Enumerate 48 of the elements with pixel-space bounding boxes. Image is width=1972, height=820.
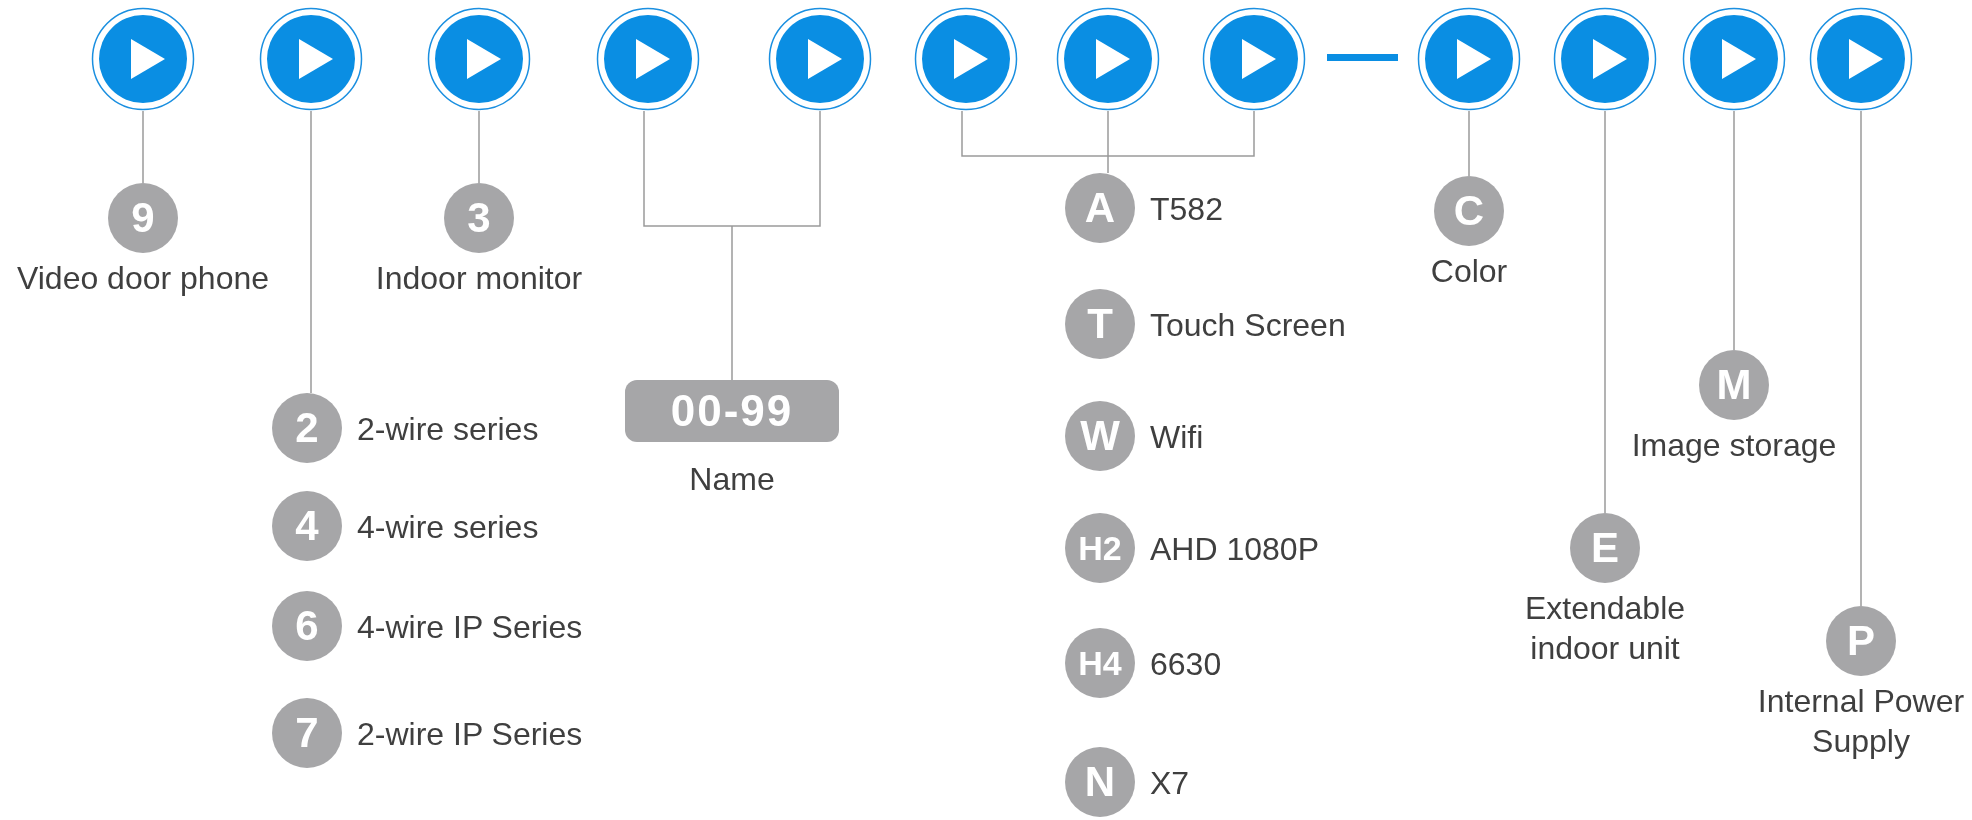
play-icon (427, 7, 531, 111)
option-label: 4-wire IP Series (357, 608, 583, 647)
play-icon (596, 7, 700, 111)
range-tag: 00-99 (625, 380, 839, 442)
option-label: Extendable indoor unit (1523, 589, 1687, 668)
code-marker: M (1699, 350, 1769, 420)
option-label: Wifi (1150, 418, 1204, 457)
play-icon (914, 7, 1018, 111)
code-marker: A (1065, 173, 1135, 243)
code-marker: 9 (108, 183, 178, 253)
code-marker: 6 (272, 591, 342, 661)
code-marker: C (1434, 176, 1504, 246)
play-icon (1553, 7, 1657, 111)
play-icon (1056, 7, 1160, 111)
code-marker: E (1570, 513, 1640, 583)
code-marker: T (1065, 289, 1135, 359)
option-label: 4-wire series (357, 508, 539, 547)
code-marker: H4 (1065, 628, 1135, 698)
play-icon (1202, 7, 1306, 111)
option-label: 2-wire IP Series (357, 715, 583, 754)
play-icon (259, 7, 363, 111)
option-label: Video door phone (15, 259, 271, 298)
play-icon (1682, 7, 1786, 111)
code-marker: 3 (444, 183, 514, 253)
play-icon (768, 7, 872, 111)
option-label: 6630 (1150, 645, 1222, 684)
code-marker: 7 (272, 698, 342, 768)
code-marker: 2 (272, 393, 342, 463)
option-label: 2-wire series (357, 410, 539, 449)
play-icon (1417, 7, 1521, 111)
option-label: T582 (1150, 190, 1223, 229)
dash-separator (1327, 54, 1398, 61)
play-icon (91, 7, 195, 111)
option-label: Image storage (1630, 426, 1838, 465)
option-label: Touch Screen (1150, 306, 1346, 345)
option-label: X7 (1150, 764, 1190, 803)
code-marker: N (1065, 747, 1135, 817)
code-marker: 4 (272, 491, 342, 561)
option-label: Indoor monitor (374, 259, 584, 298)
option-label: AHD 1080P (1150, 530, 1319, 569)
option-label: Internal Power Supply (1756, 682, 1966, 761)
code-marker: W (1065, 401, 1135, 471)
option-label: Name (688, 460, 776, 499)
code-marker: P (1826, 606, 1896, 676)
play-icon (1809, 7, 1913, 111)
code-marker: H2 (1065, 513, 1135, 583)
option-label: Color (1429, 252, 1509, 291)
connector-line (1468, 110, 1470, 177)
